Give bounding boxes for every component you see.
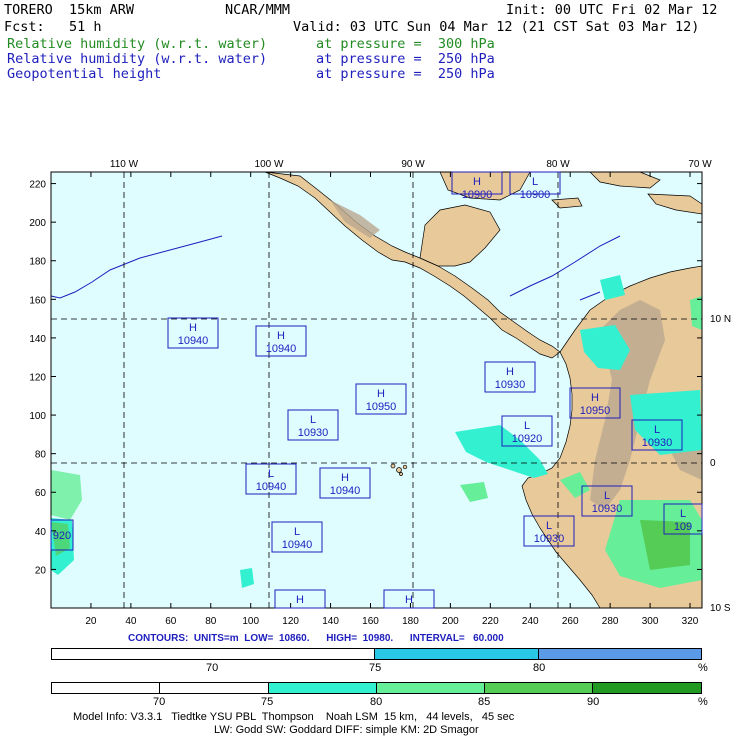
x-tick-label: 40 [125,616,137,627]
high-low-value: 10940 [256,481,287,493]
high-low-type: H [506,366,514,378]
colorbar-300hpa-label-pct: % [698,696,708,708]
high-low-value: 109 [674,521,692,533]
high-low-type: L [294,526,300,538]
colorbar-250hpa-label-pct: % [698,662,708,674]
colorbar-300hpa-seg-2 [159,683,269,693]
high-low-type: L [680,508,686,520]
colorbar-300hpa-seg-6 [593,683,702,693]
high-low-type: H [405,594,413,606]
colorbar-250hpa-seg-3 [539,649,702,659]
high-low-value: 10930 [298,427,329,439]
high-low-value: 10950 [580,405,611,417]
colorbar-250hpa-seg-2 [375,649,540,659]
colorbar-250hpa [51,648,702,660]
high-low-value: 10940 [282,539,313,551]
colorbar-300hpa-label-80: 80 [370,696,383,708]
contours-info: CONTOURS: UNITS=m LOW= 10860. HIGH= 1098… [128,633,504,644]
high-low-type: L [310,414,316,426]
lat-label-10n: 10 N [710,314,731,325]
colorbar-300hpa-seg-3 [268,683,377,693]
y-tick-label: 140 [29,334,46,345]
high-low-type: L [546,520,552,532]
colorbar-250hpa-label-75: 75 [369,662,382,674]
high-low-value: 10900 [520,189,551,201]
high-low-type: L [268,468,274,480]
lon-label-90w: 90 W [401,159,425,170]
x-tick-label: 260 [562,616,579,627]
y-tick-label: 60 [35,488,47,499]
x-tick-label: 120 [282,616,299,627]
colorbar-250hpa-label-70: 70 [206,662,219,674]
high-low-type: H [473,176,481,188]
y-tick-label: 40 [35,527,47,538]
y-tick-label: 220 [29,180,46,191]
physics-info: LW: Godd SW: Goddard DIFF: simple KM: 2D… [214,724,479,736]
colorbar-300hpa [51,682,702,694]
high-low-value: 10930 [592,503,623,515]
x-tick-label: 300 [642,616,659,627]
x-tick-label: 240 [522,616,539,627]
colorbar-250hpa-seg-1 [52,649,376,659]
high-low-type: H [277,330,285,342]
x-tick-labels: 20 40 60 80 100 120 140 160 180 200 220 240 260 280 30… [85,616,698,627]
y-tick-label: 200 [29,218,46,229]
y-tick-label: 120 [29,372,46,383]
high-low-type: H [296,594,304,606]
high-low-type: L [604,490,610,502]
high-low-value: 10900 [462,189,493,201]
colorbar-300hpa-label-70: 70 [153,696,166,708]
lon-label-70w: 70 W [688,159,712,170]
colorbar-300hpa-seg-4 [376,683,486,693]
high-low-type: H [341,472,349,484]
y-tick-labels: 220 200 180 160 140 120 100 80 60 40 20 [29,180,46,577]
model-info: Model Info: V3.3.1 Tiedtke YSU PBL Thomp… [73,711,515,723]
y-tick-label: 100 [29,411,46,422]
y-tick-label: 180 [29,257,46,268]
high-low-value: 10950 [366,401,397,413]
high-low-value: 10940 [178,335,209,347]
high-low-type: L [524,420,530,432]
high-low-value: 10930 [642,437,673,449]
high-low-type: H [591,392,599,404]
x-tick-label: 280 [602,616,619,627]
x-tick-label: 220 [482,616,499,627]
colorbar-300hpa-label-90: 90 [587,696,600,708]
x-tick-label: 100 [242,616,259,627]
x-tick-label: 20 [85,616,97,627]
x-tick-label: 140 [322,616,339,627]
colorbar-300hpa-seg-5 [485,683,594,693]
lon-label-80w: 80 W [546,159,570,170]
lat-label-0: 0 [710,458,716,469]
weather-map: 110 W 100 W 90 W 80 W 70 W 10 N 0 10 S 2… [29,159,731,627]
high-low-value: 10930 [495,379,526,391]
high-low-value: 920 [53,530,71,542]
colorbar-300hpa-seg-1 [52,683,160,693]
high-low-type: L [654,424,660,436]
x-tick-label: 180 [402,616,419,627]
high-low-type: H [377,388,385,400]
high-low-type: L [532,176,538,188]
y-tick-label: 160 [29,295,46,306]
high-low-value: 10940 [266,343,297,355]
lat-label-10s: 10 S [710,603,731,614]
x-tick-label: 80 [205,616,217,627]
high-low-value: 10930 [534,533,565,545]
x-tick-label: 160 [362,616,379,627]
colorbar-250hpa-label-80: 80 [533,662,546,674]
x-tick-label: 200 [442,616,459,627]
high-low-type: H [189,322,197,334]
lon-label-100w: 100 W [255,159,284,170]
x-tick-label: 320 [682,616,699,627]
colorbar-300hpa-label-85: 85 [478,696,491,708]
x-tick-label: 60 [165,616,177,627]
colorbar-300hpa-label-75: 75 [261,696,274,708]
lon-label-110w: 110 W [110,159,139,170]
high-low-value: 10920 [512,433,543,445]
y-tick-label: 80 [35,450,47,461]
high-low-value: 10940 [330,485,361,497]
y-tick-label: 20 [35,565,47,576]
